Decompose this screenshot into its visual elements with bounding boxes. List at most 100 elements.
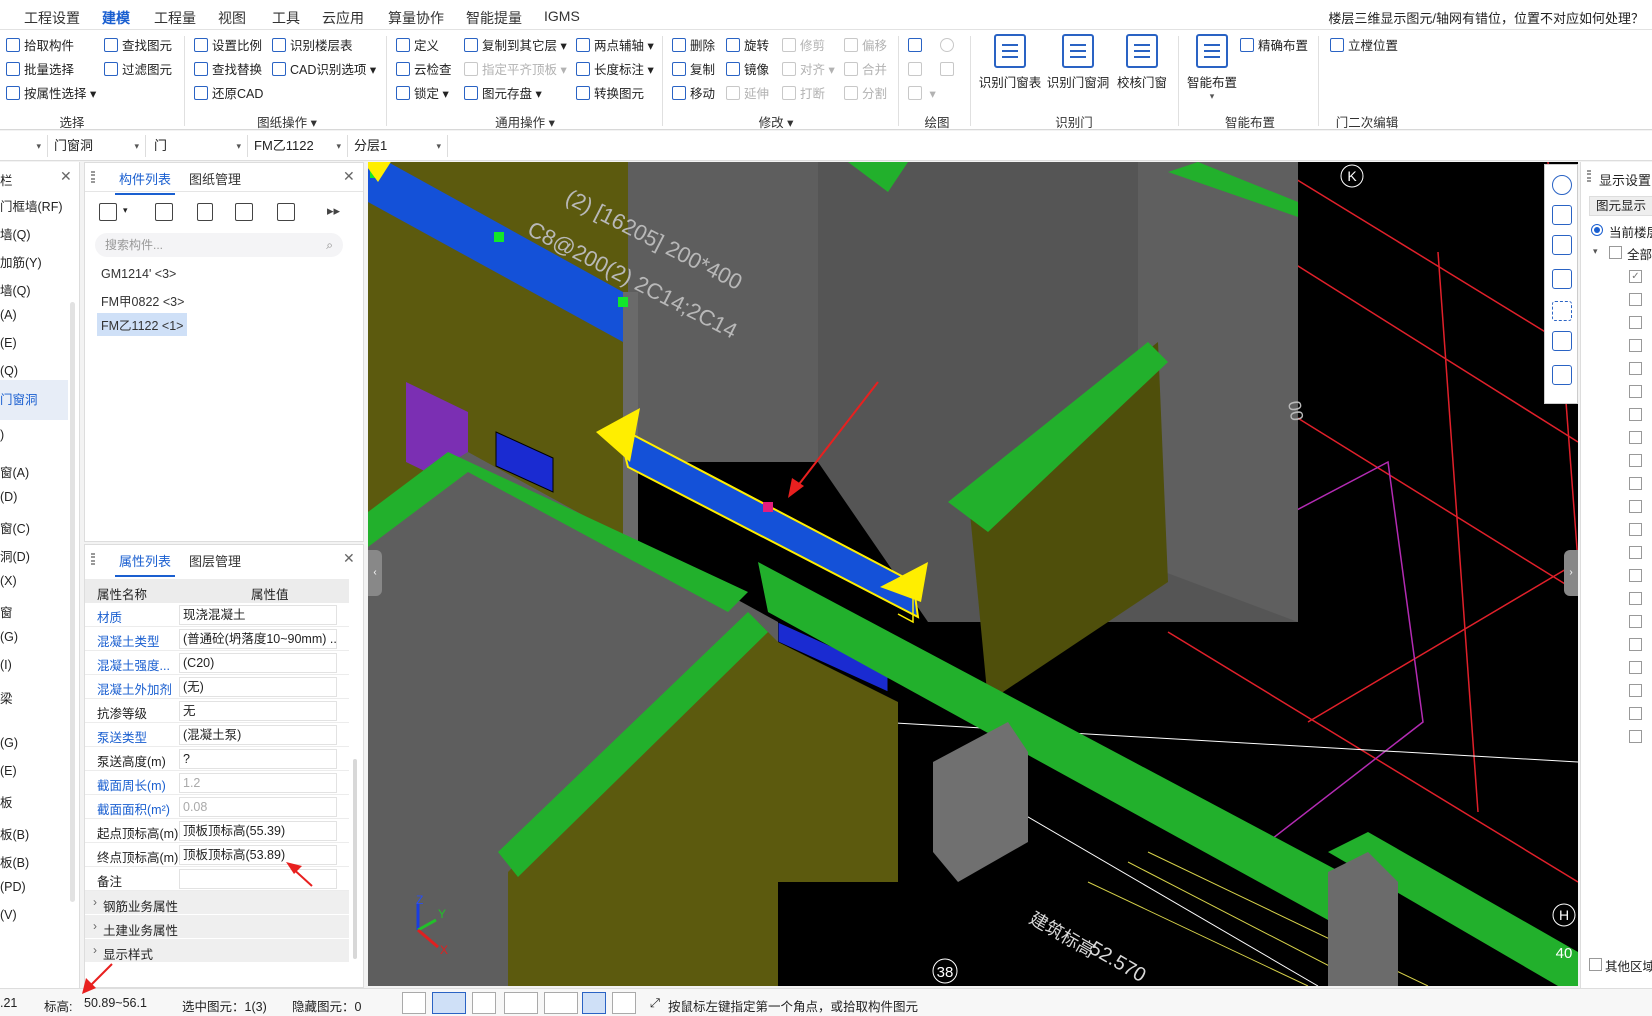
recognize-door-window-opening-button[interactable]: 识别门窗洞: [1046, 34, 1110, 91]
batch-select-button[interactable]: 批量选择: [6, 60, 74, 80]
sidebar-item[interactable]: 窗(C): [0, 518, 30, 537]
select-by-attribute-button[interactable]: 按属性选择 ▾: [6, 84, 96, 104]
copy-to-other-floor-button[interactable]: 复制到其它层 ▾: [464, 36, 567, 56]
sidebar-item[interactable]: 洞(D): [0, 546, 30, 565]
grip-point[interactable]: [494, 232, 504, 242]
menu-cloud[interactable]: 云应用: [322, 8, 364, 28]
sidebar-item[interactable]: (G): [0, 630, 18, 644]
layer-visibility-checkbox[interactable]: ✓: [1629, 270, 1642, 283]
merge-button[interactable]: 合并: [844, 60, 887, 80]
collapse-left-handle[interactable]: ‹: [368, 550, 382, 596]
cad-recognize-options-button[interactable]: CAD识别选项 ▾: [272, 60, 376, 80]
sidebar-item[interactable]: (G): [0, 736, 18, 750]
draw-line-button[interactable]: [908, 60, 926, 80]
layer-visibility-checkbox[interactable]: [1629, 569, 1642, 582]
set-scale-button[interactable]: 设置比例: [194, 36, 262, 56]
check-door-window-button[interactable]: 校核门窗: [1114, 34, 1170, 91]
align-to-slab-button[interactable]: 指定平齐顶板 ▾: [464, 60, 567, 80]
layer-visibility-checkbox[interactable]: [1629, 661, 1642, 674]
precise-layout-button[interactable]: 精确布置: [1240, 36, 1308, 56]
mirror-button[interactable]: 镜像: [726, 60, 769, 80]
offset-button[interactable]: 偏移: [844, 36, 887, 56]
convert-element-button[interactable]: 转换图元: [576, 84, 644, 104]
group-label-modify[interactable]: 修改 ▾: [756, 112, 796, 131]
menu-smart-extract[interactable]: 智能提量: [466, 8, 522, 28]
layer-visibility-checkbox[interactable]: [1629, 385, 1642, 398]
property-value-field[interactable]: ?: [179, 749, 337, 769]
layer-visibility-checkbox[interactable]: [1629, 477, 1642, 490]
split-button[interactable]: 分割: [844, 84, 887, 104]
sidebar-item[interactable]: 加筋(Y): [0, 252, 42, 271]
property-value-field[interactable]: (混凝土泵): [179, 725, 337, 745]
drag-handle-icon[interactable]: [1587, 170, 1591, 182]
move-button[interactable]: 移动: [672, 84, 715, 104]
type-selector[interactable]: 门 ▾: [150, 135, 248, 157]
property-value-field[interactable]: (普通砼(坍落度10~90mm) ...: [179, 629, 337, 649]
layer-visibility-checkbox[interactable]: [1629, 684, 1642, 697]
property-value-field[interactable]: (C20): [179, 653, 337, 673]
layer-visibility-checkbox[interactable]: [1629, 408, 1642, 421]
layer-visibility-checkbox[interactable]: [1629, 431, 1642, 444]
property-value-field[interactable]: 现浇混凝土: [179, 605, 337, 625]
recognize-floor-table-button[interactable]: 识别楼层表: [272, 36, 353, 56]
layer-visibility-checkbox[interactable]: [1629, 339, 1642, 352]
menu-quantity[interactable]: 工程量: [154, 8, 196, 28]
sidebar-item[interactable]: 墙(Q): [0, 224, 31, 243]
menu-collaboration[interactable]: 算量协作: [388, 8, 444, 28]
layer-visibility-checkbox[interactable]: [1629, 730, 1642, 743]
display-settings-icon[interactable]: [1552, 365, 1572, 385]
tree-checkbox-all[interactable]: [1609, 246, 1622, 259]
dimension-input-toggle[interactable]: [544, 992, 578, 1014]
group-label-drawing[interactable]: 图纸操作 ▾: [252, 112, 322, 131]
break-button[interactable]: 打断: [782, 84, 825, 104]
angle-snap-toggle[interactable]: [504, 992, 538, 1014]
sidebar-item[interactable]: 门框墙(RF): [0, 196, 63, 215]
property-section-header[interactable]: › 显示样式: [85, 939, 349, 963]
layer-copy-icon[interactable]: [235, 203, 253, 221]
tree-expand-icon[interactable]: ▾: [1593, 246, 1598, 257]
component-list-item[interactable]: FM乙1122 <1>: [97, 313, 188, 336]
layer-visibility-checkbox[interactable]: [1629, 523, 1642, 536]
rotate-button[interactable]: 旋转: [726, 36, 769, 56]
delete-button[interactable]: 删除: [672, 36, 715, 56]
orbit-view-icon[interactable]: [1552, 175, 1572, 195]
property-value-field[interactable]: 无: [179, 701, 337, 721]
scrollbar[interactable]: [353, 759, 357, 959]
fit-screen-icon[interactable]: [1552, 301, 1572, 321]
tab-property-list[interactable]: 属性列表: [114, 551, 176, 577]
filter-element-button[interactable]: 过滤图元: [104, 60, 172, 80]
sidebar-item[interactable]: 窗: [0, 602, 13, 621]
column[interactable]: [933, 722, 1028, 882]
draw-rect-button[interactable]: [940, 60, 958, 80]
two-point-axis-button[interactable]: 两点辅轴 ▾: [576, 36, 654, 56]
2d-view-icon[interactable]: [1552, 205, 1572, 225]
layer-selector[interactable]: 分层1 ▾: [350, 135, 448, 157]
search-input[interactable]: 搜索构件... ⌕: [95, 233, 343, 257]
close-icon[interactable]: ✕: [60, 168, 72, 185]
sidebar-item[interactable]: 栏: [0, 170, 13, 189]
tab-layer-management[interactable]: 图层管理: [189, 551, 241, 570]
extend-button[interactable]: 延伸: [726, 84, 769, 104]
draw-point-button[interactable]: [908, 36, 926, 56]
menu-tools[interactable]: 工具: [272, 8, 300, 28]
menu-project-settings[interactable]: 工程设置: [24, 8, 80, 28]
sidebar-item[interactable]: (D): [0, 490, 17, 504]
property-value-field[interactable]: (无): [179, 677, 337, 697]
find-replace-button[interactable]: 查找替换: [194, 60, 262, 80]
property-value-field[interactable]: 顶板顶标高(55.39): [179, 821, 337, 841]
sidebar-item[interactable]: ): [0, 428, 4, 442]
menu-view[interactable]: 视图: [218, 8, 246, 28]
group-label-general[interactable]: 通用操作 ▾: [490, 112, 560, 131]
cross-select-toggle[interactable]: [472, 992, 496, 1014]
layer-visibility-checkbox[interactable]: [1629, 615, 1642, 628]
layer-visibility-checkbox[interactable]: [1629, 454, 1642, 467]
sidebar-item[interactable]: 板: [0, 792, 13, 811]
collapse-right-handle[interactable]: ›: [1564, 550, 1578, 596]
recognize-door-window-table-button[interactable]: 识别门窗表: [978, 34, 1042, 91]
sidebar-item[interactable]: (PD): [0, 880, 26, 894]
drag-handle-icon[interactable]: [91, 553, 95, 565]
cloud-check-button[interactable]: 云检查: [396, 60, 452, 80]
dynamic-input-toggle[interactable]: [582, 992, 606, 1014]
3d-model-canvas[interactable]: (2) [16205] 200*400 C8@200(2) 2C14;2C14 …: [368, 162, 1578, 986]
layer-visibility-checkbox[interactable]: [1629, 362, 1642, 375]
